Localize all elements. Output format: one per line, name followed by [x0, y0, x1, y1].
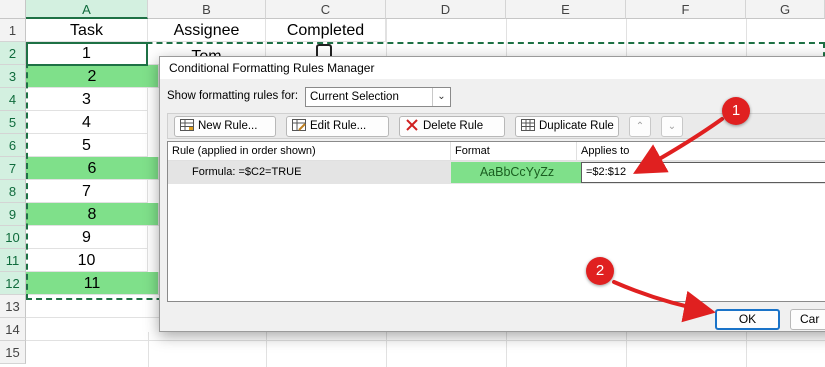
row-header-11[interactable]: 11	[0, 249, 26, 272]
edit-rule-button[interactable]: Edit Rule...	[286, 116, 389, 137]
show-rules-value: Current Selection	[310, 91, 399, 103]
rule-formula: Formula: =$C2=TRUE	[192, 166, 302, 178]
cell-a9[interactable]: 8	[26, 203, 159, 226]
duplicate-rule-button[interactable]: Duplicate Rule	[515, 116, 619, 137]
duplicate-rule-label: Duplicate Rule	[539, 120, 614, 132]
column-header-d[interactable]: D	[386, 0, 506, 19]
cell-a10[interactable]: 9	[26, 226, 148, 249]
applies-to-input[interactable]: =$2:$12	[581, 162, 825, 183]
cell-a8[interactable]: 7	[26, 180, 148, 203]
select-all-corner[interactable]	[0, 0, 26, 19]
rule-row[interactable]: Formula: =$C2=TRUE AaBbCcYyZz =$2:$12	[168, 161, 825, 184]
row-header-3[interactable]: 3	[0, 65, 26, 88]
column-header-g[interactable]: G	[746, 0, 825, 19]
cell-c1[interactable]: Completed	[266, 19, 386, 42]
delete-rule-label: Delete Rule	[423, 120, 484, 132]
cancel-button[interactable]: Car	[790, 309, 825, 330]
dialog-title: Conditional Formatting Rules Manager	[160, 57, 825, 79]
row-header-6[interactable]: 6	[0, 134, 26, 157]
row-header-5[interactable]: 5	[0, 111, 26, 134]
column-header-b[interactable]: B	[148, 0, 266, 19]
cell-b1[interactable]: Assignee	[148, 19, 266, 42]
cell-a11[interactable]: 10	[26, 249, 148, 272]
cell-a3[interactable]: 2	[26, 65, 159, 88]
chevron-down-icon[interactable]: ⌄	[432, 88, 450, 106]
new-rule-label: New Rule...	[198, 120, 258, 132]
row-header-15[interactable]: 15	[0, 341, 26, 364]
cell-a5[interactable]: 4	[26, 111, 148, 134]
new-rule-icon	[180, 119, 194, 131]
cell-a1[interactable]: Task	[26, 19, 148, 42]
row-header-9[interactable]: 9	[0, 203, 26, 226]
row-header-10[interactable]: 10	[0, 226, 26, 249]
cell-a4[interactable]: 3	[26, 88, 148, 111]
show-rules-label: Show formatting rules for:	[167, 90, 299, 102]
cell-a7[interactable]: 6	[26, 157, 159, 180]
move-down-icon[interactable]: ⌄	[661, 116, 683, 137]
delete-icon	[406, 119, 418, 131]
rule-column-header: Rule (applied in order shown)	[168, 142, 451, 161]
row-header-2[interactable]: 2	[0, 42, 26, 65]
row-header-13[interactable]: 13	[0, 295, 26, 318]
cell-a12[interactable]: 11	[26, 272, 159, 295]
applies-to-column-header: Applies to	[577, 142, 825, 161]
rules-list: Rule (applied in order shown) Format App…	[167, 141, 825, 302]
callout-badge-2: 2	[586, 257, 614, 285]
show-rules-select[interactable]: Current Selection ⌄	[305, 87, 451, 107]
row-header-8[interactable]: 8	[0, 180, 26, 203]
cell-a6[interactable]: 5	[26, 134, 148, 157]
new-rule-button[interactable]: New Rule...	[174, 116, 276, 137]
format-preview: AaBbCcYyZz	[451, 162, 583, 183]
row-header-14[interactable]: 14	[0, 318, 26, 341]
column-header-f[interactable]: F	[626, 0, 746, 19]
row-header-1[interactable]: 1	[0, 19, 26, 42]
ok-button[interactable]: OK	[715, 309, 780, 330]
column-header-e[interactable]: E	[506, 0, 626, 19]
format-column-header: Format	[451, 142, 577, 161]
edit-rule-icon	[292, 119, 306, 131]
column-header-c[interactable]: C	[266, 0, 386, 19]
move-up-icon[interactable]: ⌃	[629, 116, 651, 137]
conditional-formatting-dialog: Conditional Formatting Rules Manager Sho…	[159, 56, 825, 332]
row-header-12[interactable]: 12	[0, 272, 26, 295]
callout-badge-1: 1	[722, 97, 750, 125]
column-header-a[interactable]: A	[26, 0, 148, 19]
row-header-7[interactable]: 7	[0, 157, 26, 180]
delete-rule-button[interactable]: Delete Rule	[399, 116, 505, 137]
row-header-4[interactable]: 4	[0, 88, 26, 111]
active-cell-border	[26, 42, 148, 66]
duplicate-rule-icon	[521, 119, 535, 131]
edit-rule-label: Edit Rule...	[310, 120, 367, 132]
